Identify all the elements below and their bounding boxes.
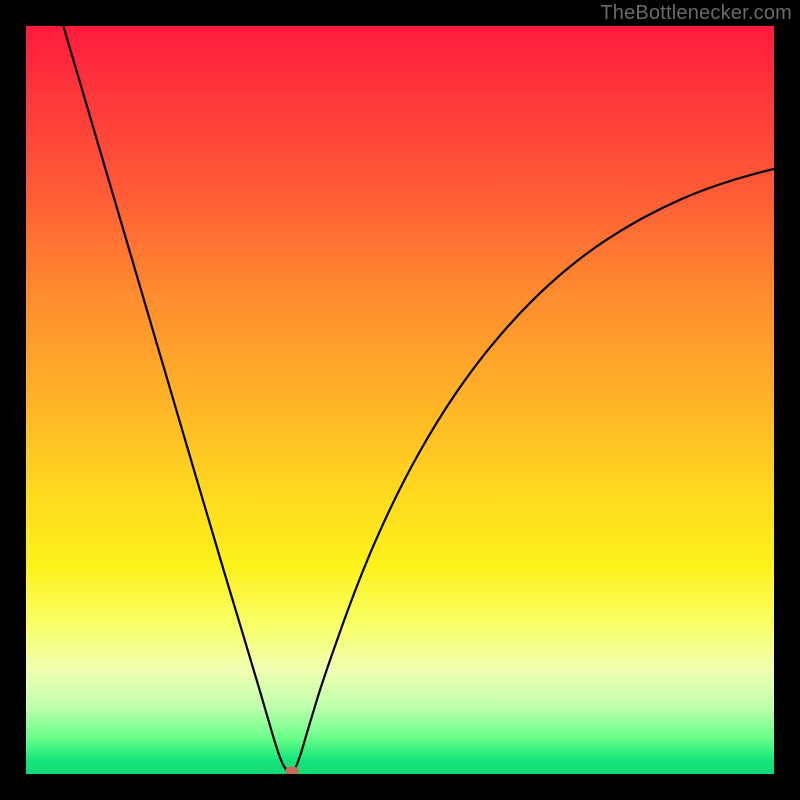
optimum-marker (285, 767, 298, 775)
plot-area (26, 26, 774, 774)
curve-svg (26, 26, 774, 774)
watermark-text: TheBottlenecker.com (600, 2, 792, 25)
chart-frame: TheBottlenecker.com (0, 0, 800, 800)
bottleneck-curve (63, 26, 774, 773)
